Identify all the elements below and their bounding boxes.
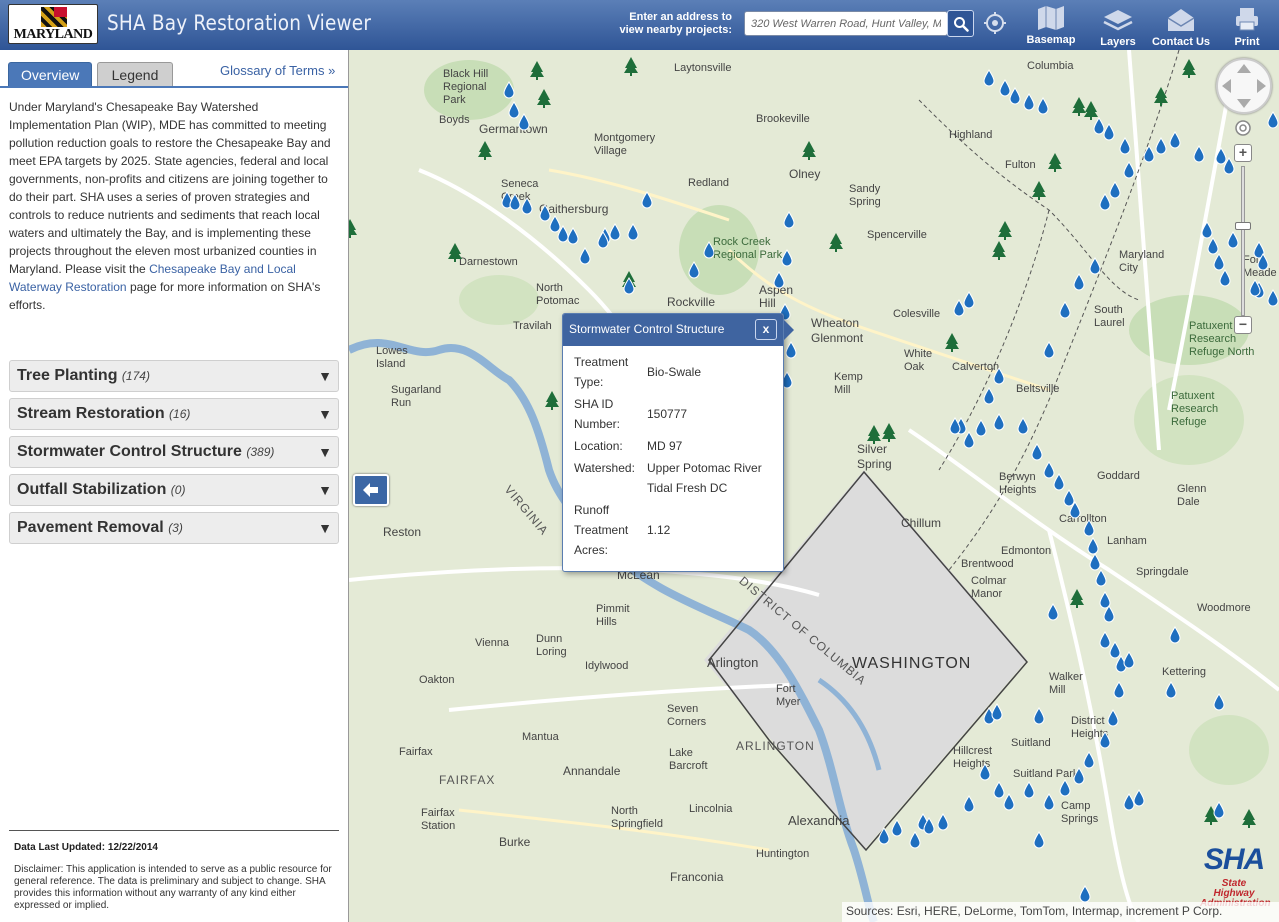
popup-key: Watershed:: [574, 461, 635, 475]
category-name: Stream Restoration: [17, 405, 165, 422]
maryland-flag-icon: [41, 7, 67, 27]
popup-key: Treatment Type:: [574, 355, 629, 389]
category-stormwater-control[interactable]: Stormwater Control Structure (389) ▼: [9, 436, 339, 468]
sidebar-divider: [9, 830, 339, 831]
category-name: Tree Planting: [17, 367, 118, 384]
popup-value: 150777: [647, 407, 688, 421]
map-view[interactable]: Laytonsville Columbia Black Hill Regiona…: [349, 50, 1279, 922]
category-label: Stormwater Control Structure (389): [17, 443, 274, 461]
tab-underline: [0, 86, 348, 88]
collapse-sidebar-button[interactable]: [353, 474, 389, 506]
overview-text: Under Maryland's Chesapeake Bay Watershe…: [9, 98, 339, 314]
project-markers: [349, 57, 1279, 903]
expand-arrow-icon: ▼: [318, 444, 332, 460]
popup-key: Runoff Treatment Acres:: [574, 503, 629, 557]
address-label-line2: view nearby projects:: [619, 24, 733, 36]
locate-me-icon[interactable]: [984, 12, 1006, 34]
basemap-label: Basemap: [1026, 34, 1076, 46]
zoom-slider[interactable]: + −: [1232, 144, 1254, 334]
zoom-in-button[interactable]: +: [1234, 144, 1252, 162]
category-name: Outfall Stabilization: [17, 481, 167, 498]
maryland-logo-text: MARYLAND: [13, 27, 93, 42]
map-attribution: Sources: Esri, HERE, DeLorme, TomTom, In…: [842, 902, 1279, 922]
address-search-button[interactable]: [947, 10, 974, 37]
expand-arrow-icon: ▼: [318, 482, 332, 498]
category-count: (389): [246, 445, 275, 459]
address-search-input[interactable]: [744, 11, 948, 36]
popup-value: MD 97: [647, 439, 683, 453]
sha-logo: SHA State Highway Administration: [1198, 843, 1271, 909]
zoom-out-button[interactable]: −: [1234, 316, 1252, 334]
popup-value: 1.12: [647, 523, 671, 537]
popup-value: Bio-Swale: [647, 365, 702, 379]
contact-us-button[interactable]: Contact Us: [1150, 8, 1212, 48]
arrow-left-icon: [363, 483, 378, 497]
category-count: (16): [169, 407, 191, 421]
envelope-icon: [1167, 9, 1195, 31]
category-label: Pavement Removal (3): [17, 519, 183, 537]
popup-pointer: [784, 320, 794, 340]
feature-popup: Stormwater Control Structure x Treatment…: [562, 313, 794, 572]
pan-control[interactable]: [1216, 58, 1272, 114]
category-stream-restoration[interactable]: Stream Restoration (16) ▼: [9, 398, 339, 430]
app-title: SHA Bay Restoration Viewer: [107, 11, 372, 35]
search-icon: [954, 17, 969, 32]
app-header: MARYLAND SHA Bay Restoration Viewer Ente…: [0, 0, 1279, 50]
disclaimer-text: Disclaimer: This application is intended…: [14, 864, 332, 911]
zoom-thumb[interactable]: [1235, 222, 1251, 230]
zoom-track[interactable]: [1241, 166, 1245, 316]
category-name: Pavement Removal: [17, 519, 164, 536]
popup-title: Stormwater Control Structure: [569, 322, 725, 336]
category-count: (174): [121, 369, 150, 383]
category-label: Tree Planting (174): [17, 367, 150, 385]
print-button[interactable]: Print: [1226, 6, 1268, 48]
category-count: (0): [170, 483, 186, 497]
map-icon: [1038, 6, 1064, 30]
contact-us-label: Contact Us: [1151, 36, 1211, 48]
overview-text-part1: Under Maryland's Chesapeake Bay Watershe…: [9, 100, 331, 276]
basemap-button[interactable]: Basemap: [1026, 6, 1076, 46]
popup-value: Upper Potomac River Tidal Fresh DC: [647, 461, 762, 495]
category-label: Outfall Stabilization (0): [17, 481, 185, 499]
layers-label: Layers: [1100, 36, 1136, 48]
expand-arrow-icon: ▼: [318, 368, 332, 384]
address-label: Enter an address to view nearby projects…: [600, 11, 733, 37]
category-name: Stormwater Control Structure: [17, 443, 242, 460]
tab-overview[interactable]: Overview: [8, 62, 93, 87]
category-tree-planting[interactable]: Tree Planting (174) ▼: [9, 360, 339, 392]
address-label-line1: Enter an address to: [629, 11, 732, 23]
glossary-link[interactable]: Glossary of Terms »: [220, 63, 335, 78]
pan-arrows-icon: [1222, 64, 1266, 108]
data-updated: Data Last Updated: 12/22/2014: [14, 842, 158, 853]
maryland-logo[interactable]: MARYLAND: [8, 4, 98, 44]
print-label: Print: [1234, 36, 1260, 48]
sha-logo-text: SHA: [1203, 843, 1265, 876]
full-extent-icon[interactable]: [1234, 119, 1252, 137]
category-label: Stream Restoration (16): [17, 405, 190, 423]
category-count: (3): [168, 521, 183, 535]
popup-key: SHA ID Number:: [574, 397, 621, 431]
popup-close-button[interactable]: x: [755, 319, 777, 340]
expand-arrow-icon: ▼: [318, 520, 332, 536]
layers-icon: [1103, 10, 1133, 31]
category-pavement-removal[interactable]: Pavement Removal (3) ▼: [9, 512, 339, 544]
popup-key: Location:: [574, 439, 623, 453]
expand-arrow-icon: ▼: [318, 406, 332, 422]
tab-legend[interactable]: Legend: [97, 62, 173, 87]
sidebar-panel: Overview Legend Glossary of Terms » Unde…: [0, 50, 349, 922]
popup-header: Stormwater Control Structure x: [563, 314, 783, 346]
category-outfall-stabilization[interactable]: Outfall Stabilization (0) ▼: [9, 474, 339, 506]
print-icon: [1236, 8, 1258, 31]
layers-button[interactable]: Layers: [1096, 8, 1140, 48]
